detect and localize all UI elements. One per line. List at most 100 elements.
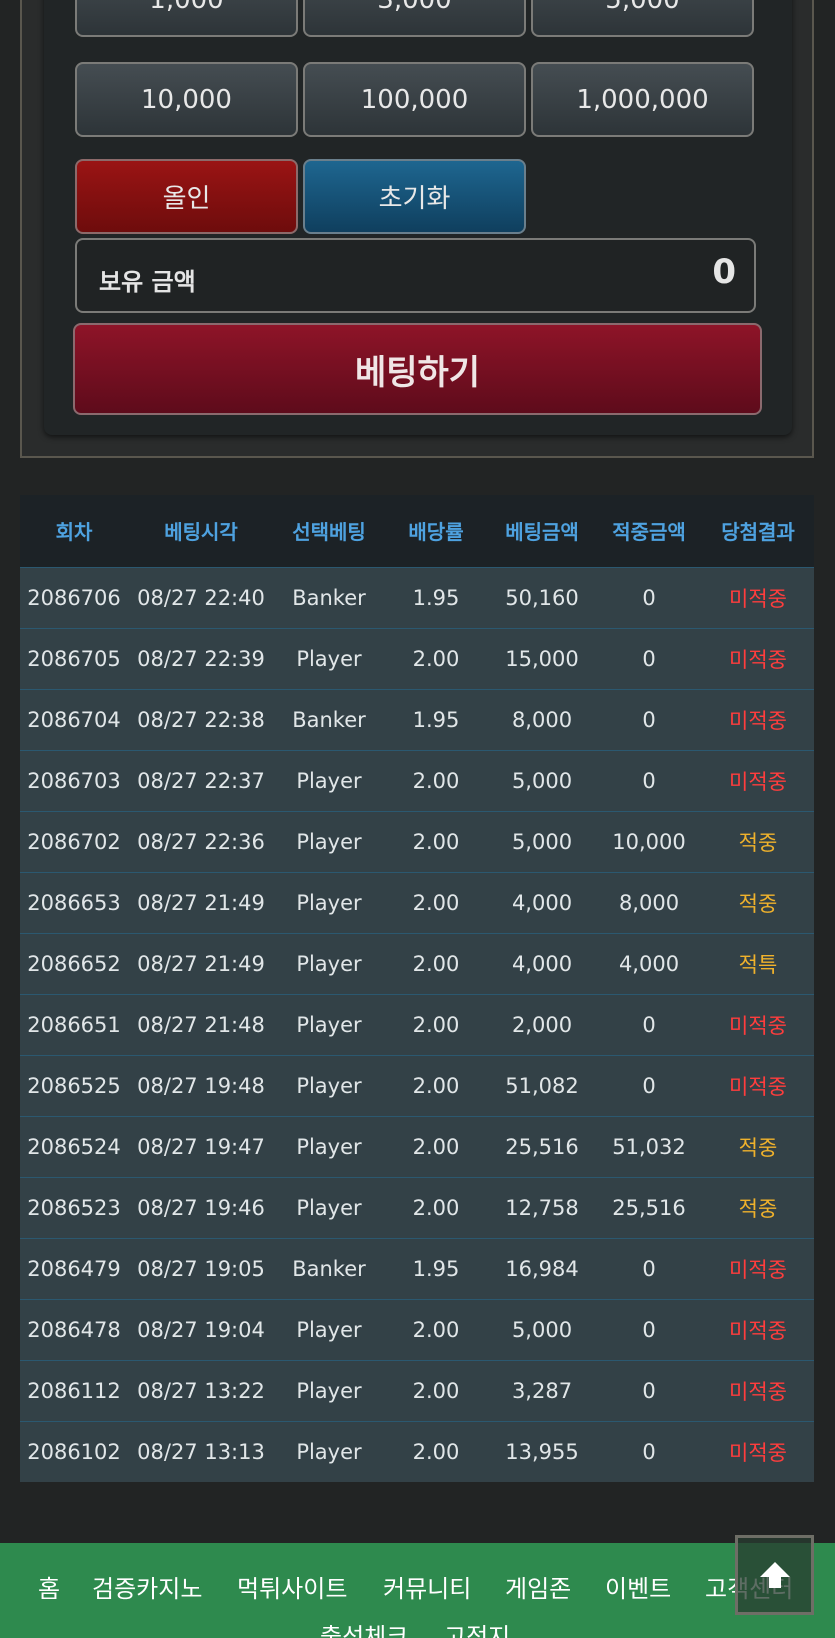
cell-odds: 2.00: [412, 1439, 460, 1464]
cell-bet-amount: 25,516: [505, 1134, 579, 1159]
cell-win-amount: 0: [642, 1012, 656, 1037]
cell-round: 2086703: [27, 768, 121, 793]
cell-bet-time: 08/27 21:49: [137, 890, 265, 915]
cell-win-amount: 10,000: [612, 829, 686, 854]
table-row: 2086702 08/27 22:36 Player 2.00 5,000 10,000 적…: [20, 811, 814, 872]
cell-result: 미적중: [729, 708, 787, 733]
allin-button[interactable]: 올인: [75, 159, 298, 234]
footer-nav: 홈 검증카지노 먹튀사이트 커뮤니티 게임존 이벤트 고객센터 출석체크 고적지: [0, 1543, 835, 1638]
cell-odds: 2.00: [412, 1073, 460, 1098]
chip-3000-button[interactable]: 3,000: [303, 0, 526, 37]
table-row: 2086524 08/27 19:47 Player 2.00 25,516 51,032…: [20, 1116, 814, 1177]
col-bet-time: 베팅시각: [164, 520, 238, 545]
arrow-up-icon: [759, 1562, 790, 1588]
scroll-top-button[interactable]: [735, 1535, 814, 1615]
cell-odds: 1.95: [412, 1256, 460, 1281]
footer-link-events[interactable]: 이벤트: [605, 1569, 671, 1604]
cell-selection: Banker: [292, 707, 366, 732]
bet-history-table: 회차 베팅시각 선택베팅 배당률 베팅금액 적중금액 당첨결과 2086706 0…: [20, 495, 814, 1482]
cell-result: 적중: [738, 1135, 778, 1160]
cell-selection: Player: [296, 829, 362, 854]
cell-selection: Player: [296, 1439, 362, 1464]
cell-bet-amount: 5,000: [511, 1317, 573, 1342]
cell-win-amount: 8,000: [618, 890, 680, 915]
table-row: 2086479 08/27 19:05 Banker 1.95 16,984 0 미적중: [20, 1238, 814, 1299]
cell-bet-time: 08/27 22:39: [137, 646, 265, 671]
cell-round: 2086704: [27, 707, 121, 732]
cell-selection: Player: [296, 890, 362, 915]
cell-result: 미적중: [729, 1440, 787, 1465]
footer-link-attendance[interactable]: 출석체크: [320, 1617, 408, 1638]
cell-round: 2086478: [27, 1317, 121, 1342]
cell-result: 미적중: [729, 1379, 787, 1404]
footer-link-game-zone[interactable]: 게임존: [505, 1569, 571, 1604]
cell-bet-time: 08/27 22:37: [137, 768, 265, 793]
chip-1000000-button[interactable]: 1,000,000: [531, 62, 754, 137]
cell-round: 2086112: [27, 1378, 121, 1403]
cell-bet-amount: 8,000: [511, 707, 573, 732]
cell-bet-time: 08/27 22:40: [137, 585, 265, 610]
cell-selection: Player: [296, 1012, 362, 1037]
chip-100000-button[interactable]: 100,000: [303, 62, 526, 137]
cell-result: 적중: [738, 891, 778, 916]
footer-link-verified-casino[interactable]: 검증카지노: [92, 1569, 202, 1604]
footer-link-home[interactable]: 홈: [38, 1569, 60, 1604]
cell-bet-time: 08/27 19:46: [137, 1195, 265, 1220]
balance-label: 보유 금액: [99, 268, 196, 296]
cell-selection: Player: [296, 1134, 362, 1159]
footer-link-scam-sites[interactable]: 먹튀사이트: [237, 1569, 347, 1604]
chip-10000-button[interactable]: 10,000: [75, 62, 298, 137]
cell-selection: Banker: [292, 1256, 366, 1281]
cell-result: 미적중: [729, 1013, 787, 1038]
col-round: 회차: [55, 520, 93, 545]
reset-button[interactable]: 초기화: [303, 159, 526, 234]
cell-bet-amount: 5,000: [511, 829, 573, 854]
cell-bet-amount: 2,000: [511, 1012, 573, 1037]
cell-odds: 1.95: [412, 707, 460, 732]
col-bet-amount: 베팅금액: [505, 520, 579, 545]
cell-selection: Player: [296, 1378, 362, 1403]
cell-result: 적특: [738, 952, 778, 977]
cell-bet-amount: 16,984: [505, 1256, 579, 1281]
table-header-row: 회차 베팅시각 선택베팅 배당률 베팅금액 적중금액 당첨결과: [20, 495, 814, 567]
cell-bet-time: 08/27 19:48: [137, 1073, 265, 1098]
table-row: 2086652 08/27 21:49 Player 2.00 4,000 4,000 적특: [20, 933, 814, 994]
cell-round: 2086651: [27, 1012, 121, 1037]
cell-win-amount: 0: [642, 646, 656, 671]
cell-selection: Banker: [292, 585, 366, 610]
footer-link-extra[interactable]: 고적지: [444, 1617, 510, 1638]
cell-bet-amount: 3,287: [511, 1378, 573, 1403]
cell-odds: 2.00: [412, 1012, 460, 1037]
cell-result: 미적중: [729, 1257, 787, 1282]
cell-round: 2086705: [27, 646, 121, 671]
chip-1000-button[interactable]: 1,000: [75, 0, 298, 37]
cell-bet-time: 08/27 19:04: [137, 1317, 265, 1342]
cell-win-amount: 4,000: [618, 951, 680, 976]
cell-round: 2086525: [27, 1073, 121, 1098]
cell-bet-time: 08/27 19:05: [137, 1256, 265, 1281]
col-odds: 배당률: [408, 520, 464, 545]
cell-bet-time: 08/27 13:13: [137, 1439, 265, 1464]
table-row: 2086525 08/27 19:48 Player 2.00 51,082 0 미적중: [20, 1055, 814, 1116]
cell-odds: 2.00: [412, 1378, 460, 1403]
cell-round: 2086524: [27, 1134, 121, 1159]
cell-bet-amount: 4,000: [511, 890, 573, 915]
chip-5000-button[interactable]: 5,000: [531, 0, 754, 37]
cell-bet-amount: 50,160: [505, 585, 579, 610]
cell-odds: 2.00: [412, 890, 460, 915]
cell-round: 2086102: [27, 1439, 121, 1464]
place-bet-button[interactable]: 베팅하기: [73, 323, 762, 415]
cell-odds: 2.00: [412, 768, 460, 793]
cell-odds: 2.00: [412, 829, 460, 854]
footer-link-community[interactable]: 커뮤니티: [383, 1569, 471, 1604]
balance-field: 보유 금액 0: [75, 238, 756, 313]
cell-odds: 2.00: [412, 951, 460, 976]
cell-win-amount: 0: [642, 707, 656, 732]
cell-win-amount: 0: [642, 768, 656, 793]
cell-result: 미적중: [729, 1318, 787, 1343]
table-row: 2086651 08/27 21:48 Player 2.00 2,000 0 미적중: [20, 994, 814, 1055]
cell-round: 2086479: [27, 1256, 121, 1281]
table-row: 2086102 08/27 13:13 Player 2.00 13,955 0 미적중: [20, 1421, 814, 1482]
cell-round: 2086652: [27, 951, 121, 976]
table-row: 2086703 08/27 22:37 Player 2.00 5,000 0 미적중: [20, 750, 814, 811]
